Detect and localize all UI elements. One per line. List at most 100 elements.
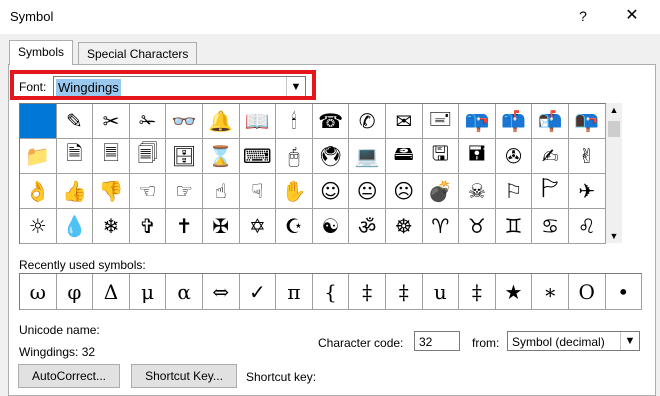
symbol-cell[interactable]: 👌 <box>20 174 57 209</box>
symbol-cell[interactable]: ✡ <box>239 209 277 244</box>
symbol-cell[interactable]: 📬 <box>532 104 569 139</box>
symbol-cell[interactable]: ✂ <box>93 104 130 139</box>
recent-symbol[interactable]: ∗ <box>532 274 569 310</box>
symbol-cell[interactable]: 🖫 <box>422 139 460 174</box>
symbol-cell[interactable]: ⚐ <box>495 174 533 209</box>
recent-symbol[interactable]: ★ <box>495 274 533 310</box>
symbol-cell[interactable]: ☸ <box>385 209 423 244</box>
scroll-up-icon[interactable]: ▲ <box>606 105 622 115</box>
symbol-cell[interactable]: ⌛ <box>202 139 240 174</box>
symbol-cell[interactable]: ✝ <box>166 209 203 244</box>
symbol-cell[interactable]: ☺ <box>312 174 350 209</box>
recent-symbol[interactable]: α <box>166 274 203 310</box>
character-code-label: Character code: <box>318 336 404 350</box>
symbol-cell[interactable]: ☜ <box>129 174 167 209</box>
symbol-cell[interactable]: ✈ <box>568 174 606 209</box>
symbol-cell[interactable]: ♋ <box>532 209 569 244</box>
symbol-cell[interactable]: 🖬 <box>459 139 496 174</box>
recent-symbol[interactable]: • <box>605 274 643 310</box>
symbol-cell[interactable]: ☝ <box>202 174 240 209</box>
symbol-cell[interactable]: ☯ <box>312 209 350 244</box>
recent-symbol[interactable]: φ <box>56 274 94 310</box>
symbol-cell[interactable]: ☪ <box>276 209 313 244</box>
symbol-cell[interactable]: 📪 <box>459 104 496 139</box>
recent-symbol[interactable]: ω <box>20 274 57 310</box>
symbol-cell[interactable]: ✎ <box>56 104 94 139</box>
symbol-cell[interactable]: ☼ <box>20 209 57 244</box>
symbol-cell[interactable]: 📁 <box>20 139 57 174</box>
symbol-cell[interactable]: ✇ <box>495 139 533 174</box>
symbol-cell[interactable]: 💻 <box>349 139 386 174</box>
recently-used-label: Recently used symbols: <box>19 258 146 272</box>
symbol-cell[interactable]: 📫 <box>495 104 533 139</box>
symbol-cell[interactable]: 🖴 <box>385 139 423 174</box>
symbol-cell[interactable]: ✆ <box>349 104 386 139</box>
symbol-cell[interactable]: ॐ <box>349 209 386 244</box>
symbol-cell[interactable]: 🗐 <box>129 139 167 174</box>
symbol-cell[interactable]: 🗏 <box>93 139 130 174</box>
symbol-cell[interactable]: 🔔 <box>202 104 240 139</box>
symbol-cell[interactable]: ☹ <box>385 174 423 209</box>
recent-symbol[interactable]: π <box>276 274 313 310</box>
symbol-cell[interactable]: 😐 <box>349 174 386 209</box>
symbol-cell[interactable]: ♉ <box>459 209 496 244</box>
scroll-down-icon[interactable]: ▼ <box>606 231 622 241</box>
symbol-cell[interactable]: 🖃 <box>422 104 460 139</box>
from-value: Symbol (decimal) <box>512 335 605 349</box>
symbol-cell[interactable]: 📭 <box>568 104 606 139</box>
recent-symbol[interactable]: ‡ <box>385 274 423 310</box>
symbol-cell[interactable]: ✍ <box>532 139 569 174</box>
symbol-cell[interactable]: 🏱 <box>532 174 569 209</box>
symbol-cell[interactable]: ✉ <box>385 104 423 139</box>
recent-symbol[interactable]: ‡ <box>349 274 386 310</box>
symbol-cell[interactable]: ♊ <box>495 209 533 244</box>
tab-special-characters[interactable]: Special Characters <box>78 42 198 65</box>
shortcut-key-button[interactable]: Shortcut Key... <box>131 364 237 388</box>
symbol-cell[interactable] <box>20 104 57 139</box>
symbol-cell[interactable]: ♌ <box>568 209 606 244</box>
recent-symbol[interactable]: μ <box>129 274 167 310</box>
character-code-input[interactable]: 32 <box>414 331 460 351</box>
symbol-cell[interactable]: 💣 <box>422 174 460 209</box>
recent-symbol[interactable]: ⇔ <box>202 274 240 310</box>
tab-symbols-label: Symbols <box>18 45 65 59</box>
symbol-cell[interactable]: 👎 <box>93 174 130 209</box>
from-dropdown[interactable]: Symbol (decimal) ▼ <box>507 331 640 351</box>
symbol-cell[interactable]: ✋ <box>276 174 313 209</box>
symbol-cell[interactable]: ✠ <box>202 209 240 244</box>
symbol-cell[interactable]: 🖰 <box>276 139 313 174</box>
symbol-cell[interactable]: ☎ <box>312 104 350 139</box>
symbol-cell[interactable]: ❄ <box>93 209 130 244</box>
symbol-cell[interactable]: 📖 <box>239 104 277 139</box>
grid-scrollbar[interactable]: ▲ ▼ <box>606 103 622 243</box>
recent-symbol[interactable]: u <box>422 274 460 310</box>
shortcut-key-label: Shortcut key: <box>246 370 317 384</box>
symbol-cell[interactable]: ⌨ <box>239 139 277 174</box>
scroll-thumb[interactable] <box>608 121 620 137</box>
symbol-cell[interactable]: ☠ <box>459 174 496 209</box>
symbol-cell[interactable]: 💧 <box>56 209 94 244</box>
close-button[interactable]: ✕ <box>620 6 644 26</box>
autocorrect-button[interactable]: AutoCorrect... <box>18 364 120 388</box>
recent-symbol[interactable]: { <box>312 274 350 310</box>
symbol-cell[interactable]: 🗄 <box>166 139 203 174</box>
recent-symbol[interactable]: ✓ <box>239 274 277 310</box>
recent-symbol[interactable]: O <box>568 274 606 310</box>
symbol-cell[interactable]: 👓 <box>166 104 203 139</box>
symbol-cell[interactable]: ✁ <box>129 104 167 139</box>
symbol-cell[interactable]: ✌ <box>568 139 606 174</box>
symbol-cell[interactable]: ✞ <box>129 209 167 244</box>
recent-symbol[interactable]: Δ <box>93 274 130 310</box>
chevron-down-icon[interactable]: ▼ <box>620 332 639 350</box>
tab-symbols[interactable]: Symbols <box>9 40 74 65</box>
symbol-cell[interactable]: 🖲 <box>312 139 350 174</box>
recent-symbol[interactable]: ‡ <box>459 274 496 310</box>
symbol-cell[interactable]: 🗎 <box>56 139 94 174</box>
help-button[interactable]: ? <box>573 6 593 26</box>
symbol-cell[interactable]: ☞ <box>166 174 203 209</box>
symbol-cell[interactable]: ☟ <box>239 174 277 209</box>
symbol-cell[interactable]: ♈ <box>422 209 460 244</box>
symbol-cell[interactable]: 👍 <box>56 174 94 209</box>
symbol-cell[interactable]: 🕯 <box>276 104 313 139</box>
symbol-grid: ✎ ✂ ✁ 👓 🔔 📖 🕯 ☎ ✆ ✉ 🖃 📪 📫 📬 📭 📁 🗎 🗏 🗐 🗄 ⌛ ⌨ 🖰 🖲 💻 🖴 🖫 🖬 ✇ ✍ ✌ 👌 👍 👎 ☜ ☞ ☝ ☟ ✋ ☺… <box>19 103 606 244</box>
